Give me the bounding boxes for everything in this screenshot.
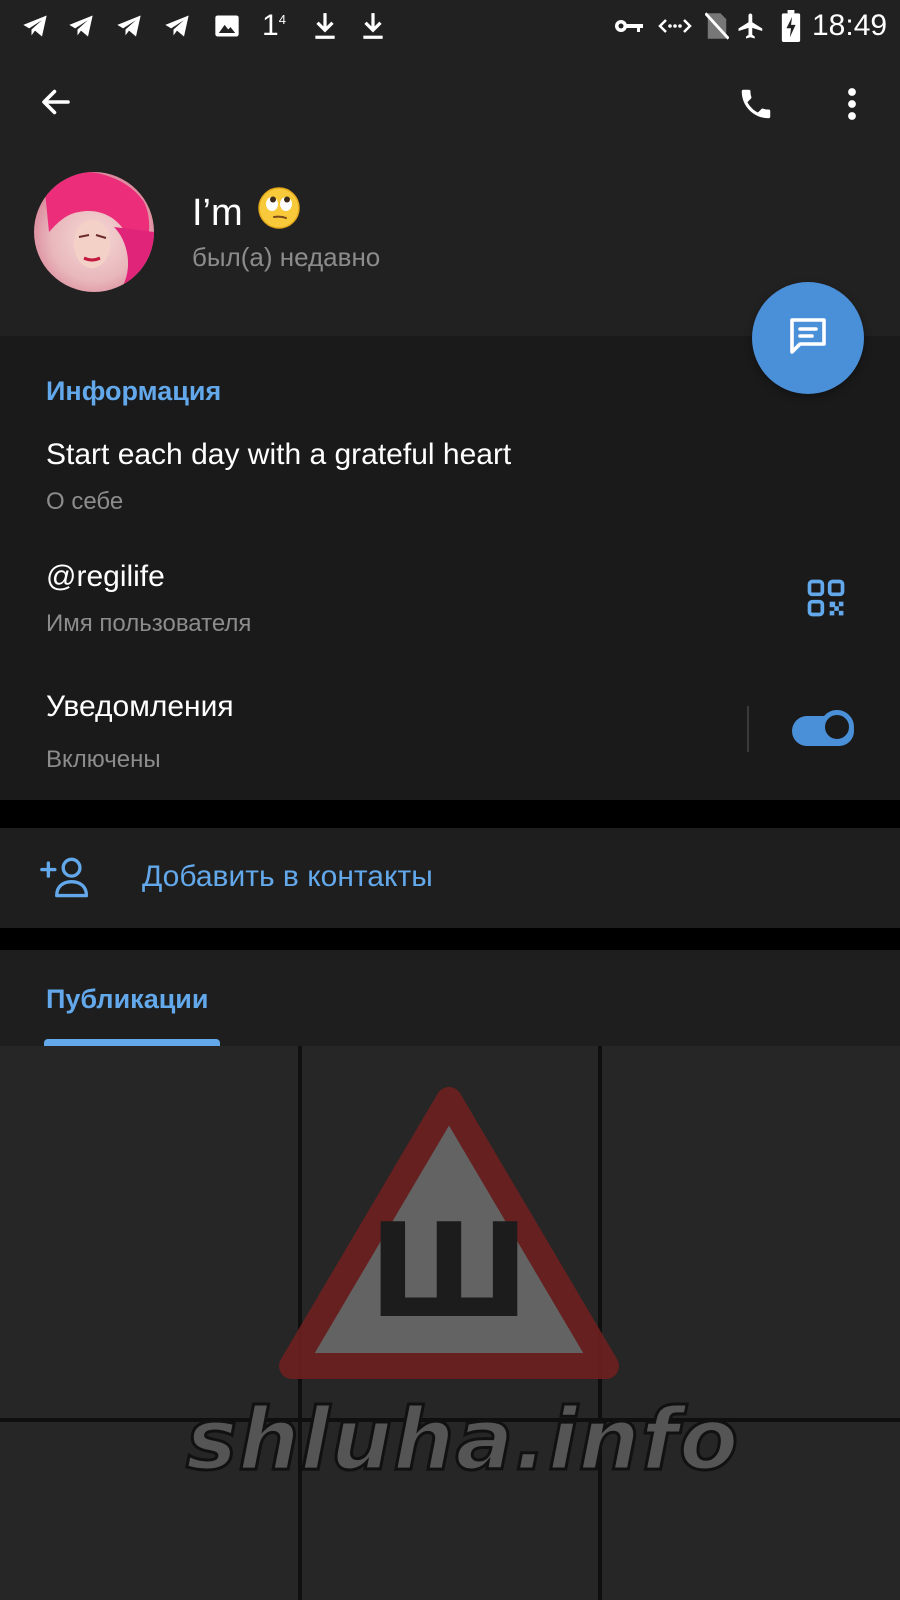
person-add-icon (40, 854, 92, 905)
bio-label: О себе (46, 488, 124, 515)
username-label: Имя пользователя (46, 610, 252, 637)
message-icon (784, 312, 832, 365)
watermark-glyph: Ш (369, 1195, 530, 1347)
notifications-label: Уведомления (46, 690, 234, 723)
notifications-divider (747, 706, 749, 752)
temperature-value: 14 (262, 9, 286, 42)
notifications-status: Включены (46, 746, 161, 773)
media-cell[interactable] (0, 1046, 298, 1418)
no-sim-icon (700, 10, 734, 42)
arrow-back-icon (38, 84, 74, 125)
clock: 18:49 (812, 9, 888, 42)
notifications-toggle-knob[interactable] (820, 710, 854, 744)
watermark-text: shluha.info (185, 1389, 740, 1492)
send-message-button[interactable] (752, 282, 864, 394)
add-contact-label: Добавить в контакты (142, 860, 433, 893)
call-button[interactable] (730, 80, 782, 132)
tab-publications[interactable]: Публикации (46, 984, 209, 1015)
rolling-eyes-emoji-icon (257, 186, 301, 240)
add-contact-row[interactable]: Добавить в контакты (0, 828, 900, 928)
profile-name-text: I’m (192, 191, 243, 234)
telegram-icon (112, 10, 146, 42)
data-saver-icon (658, 10, 692, 42)
qr-code-icon (804, 579, 848, 624)
temperature-superscript: 4 (278, 12, 286, 27)
back-button[interactable] (30, 78, 82, 130)
image-icon (210, 10, 244, 42)
bio-text: Start each day with a grateful heart (46, 438, 512, 471)
qr-code-button[interactable] (804, 576, 852, 624)
section-divider-2 (0, 928, 900, 950)
tab-indicator (44, 1039, 220, 1046)
battery-charging-icon (774, 10, 808, 42)
media-cell[interactable] (602, 1046, 900, 1418)
notifications-row[interactable]: Уведомления Включены (0, 676, 740, 786)
publications-tab-bar: Публикации (0, 950, 900, 1046)
bio-row[interactable]: Start each day with a grateful heart О с… (0, 420, 900, 520)
info-section-title: Информация (46, 376, 222, 406)
avatar[interactable] (34, 172, 154, 292)
airplane-icon (734, 10, 768, 42)
section-divider (0, 800, 900, 828)
phone-icon (737, 85, 775, 128)
more-vert-icon (846, 86, 858, 127)
download-icon (356, 10, 390, 42)
watermark-triangle-icon: Ш (278, 1084, 620, 1384)
status-bar: 14 18:49 (0, 0, 900, 52)
last-seen-status: был(а) недавно (192, 242, 381, 272)
vpn-key-icon (612, 10, 646, 42)
username-row[interactable]: @regilife Имя пользователя (0, 548, 740, 648)
username-text: @regilife (46, 560, 165, 593)
profile-name: I’m (192, 186, 301, 240)
telegram-icon (64, 10, 98, 42)
more-options-button[interactable] (826, 80, 878, 132)
telegram-icon (160, 10, 194, 42)
telegram-icon (18, 10, 52, 42)
download-icon (308, 10, 342, 42)
